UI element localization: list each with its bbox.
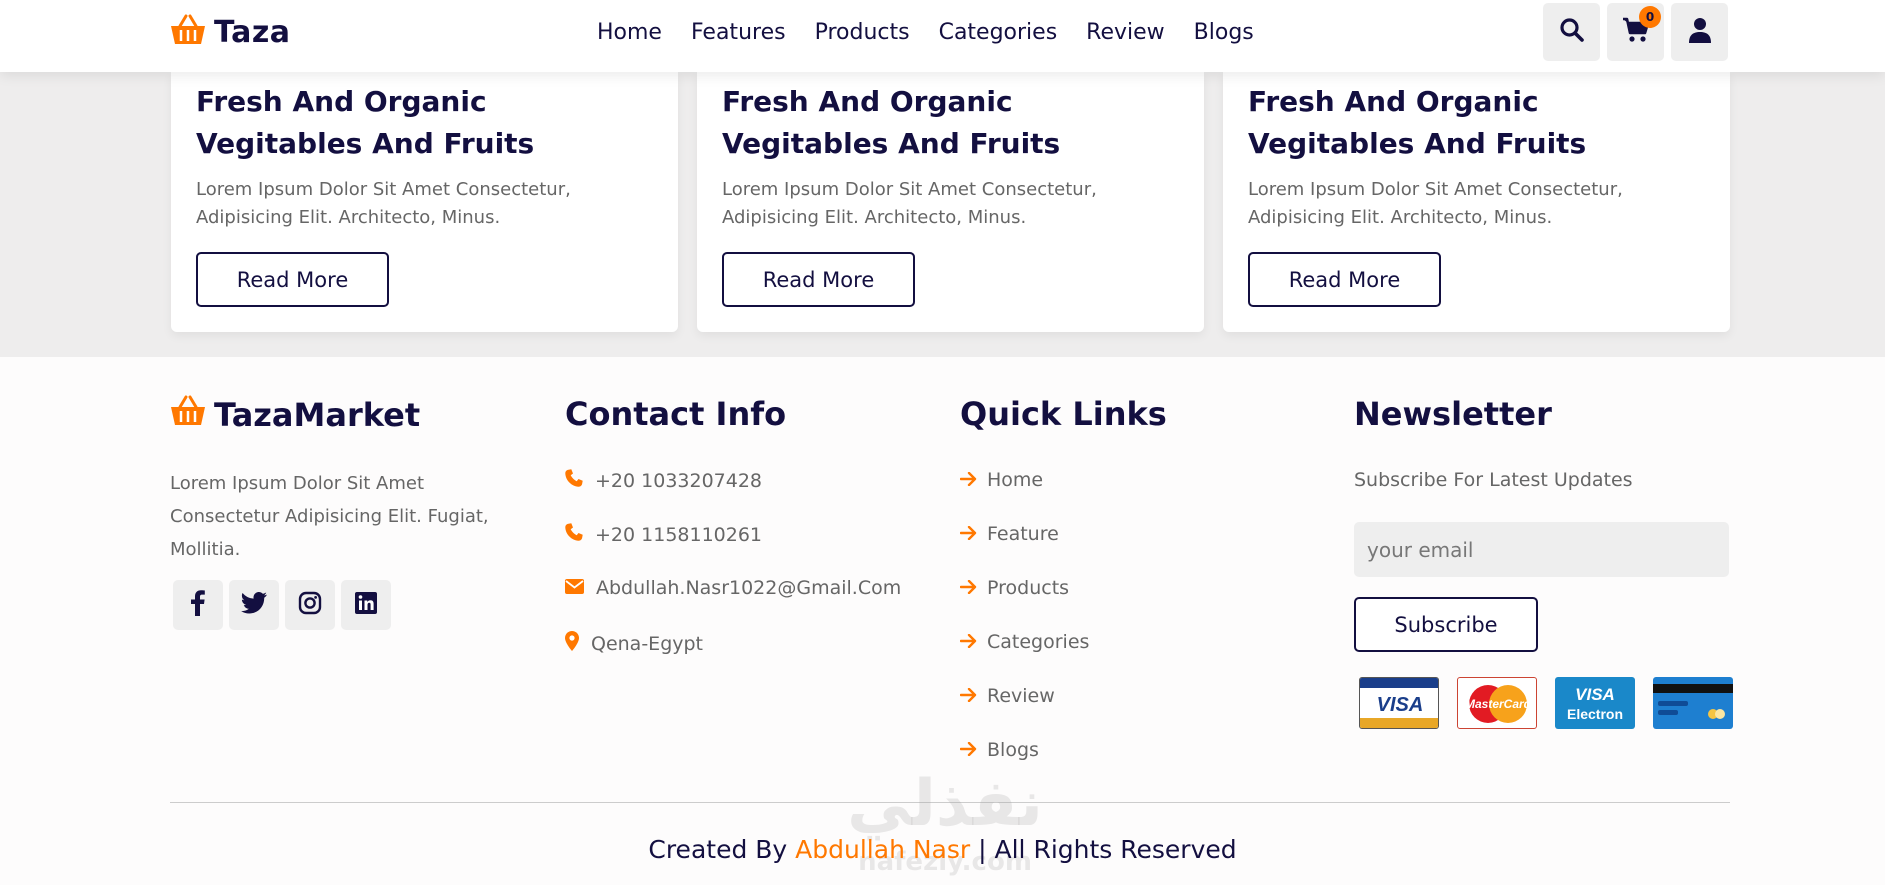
main-nav: Home Features Products Categories Review… xyxy=(597,20,1254,45)
cart-count-badge: 0 xyxy=(1639,6,1661,28)
basket-icon xyxy=(170,14,206,50)
arrow-right-icon xyxy=(959,469,977,491)
footer-link-label: Review xyxy=(987,685,1055,707)
footer-link-label: Home xyxy=(987,469,1044,491)
contact-phone-1-text: +20 1033207428 xyxy=(595,469,763,492)
footer-link-categories[interactable]: Categories xyxy=(959,631,1090,653)
payment-cards: VISA MasterCard VISA Electron xyxy=(1359,677,1733,729)
footer-link-review[interactable]: Review xyxy=(959,685,1055,707)
facebook-icon xyxy=(191,590,205,620)
blog-card-title: Fresh And Organic Vegitables And Fruits xyxy=(722,85,1061,160)
linkedin-icon xyxy=(354,591,378,619)
nav-link-home[interactable]: Home xyxy=(597,20,662,45)
account-button[interactable] xyxy=(1671,3,1728,61)
search-button[interactable] xyxy=(1543,3,1600,61)
blog-card: Fresh And Organic Vegitables And Fruits … xyxy=(171,72,678,332)
blog-card-text: Lorem Ipsum Dolor Sit Amet Consectetur, … xyxy=(196,179,571,228)
twitter-icon xyxy=(241,592,267,618)
header-icons: 0 xyxy=(1543,3,1728,61)
blog-card: Fresh And Organic Vegitables And Fruits … xyxy=(1223,72,1730,332)
credit-author-link[interactable]: Abdullah Nasr xyxy=(795,835,970,864)
contact-email-text: Abdullah.Nasr1022@Gmail.Com xyxy=(596,577,902,599)
credit-card-icon xyxy=(1653,677,1733,729)
newsletter-text: Subscribe For Latest Updates xyxy=(1354,469,1633,491)
footer-link-feature[interactable]: Feature xyxy=(959,523,1059,545)
arrow-right-icon xyxy=(959,685,977,707)
footer-about-text: Lorem Ipsum Dolor Sit Amet Consectetur A… xyxy=(170,473,489,560)
read-more-button[interactable]: Read More xyxy=(196,252,389,307)
subscribe-button[interactable]: Subscribe xyxy=(1354,597,1538,652)
basket-icon xyxy=(170,395,206,435)
nav-link-features[interactable]: Features xyxy=(691,20,786,45)
linkedin-link[interactable] xyxy=(341,580,391,630)
contact-phone-1[interactable]: +20 1033207428 xyxy=(565,469,762,492)
credit-prefix: Created By xyxy=(648,835,788,864)
visa-electron-icon: VISA Electron xyxy=(1555,677,1635,729)
footer-link-label: Blogs xyxy=(987,739,1039,761)
nav-link-blogs[interactable]: Blogs xyxy=(1194,20,1254,45)
blogs-section: Fresh And Organic Vegitables And Fruits … xyxy=(0,72,1885,357)
arrow-right-icon xyxy=(959,523,977,545)
blog-card: Fresh And Organic Vegitables And Fruits … xyxy=(697,72,1204,332)
credit-suffix: | All Rights Reserved xyxy=(978,835,1237,864)
phone-icon xyxy=(565,469,583,492)
search-icon xyxy=(1559,17,1585,47)
site-footer: TazaMarket Lorem Ipsum Dolor Sit Amet Co… xyxy=(0,357,1885,885)
visa-card-icon: VISA xyxy=(1359,677,1439,729)
footer-link-products[interactable]: Products xyxy=(959,577,1070,599)
footer-link-label: Products xyxy=(987,577,1070,599)
blog-card-text: Lorem Ipsum Dolor Sit Amet Consectetur, … xyxy=(722,179,1097,228)
logo[interactable]: Taza xyxy=(170,14,291,50)
nav-link-products[interactable]: Products xyxy=(815,20,910,45)
map-pin-icon xyxy=(565,631,579,656)
contact-location-text: Qena-Egypt xyxy=(591,632,704,655)
user-icon xyxy=(1688,17,1712,47)
blog-card-title: Fresh And Organic Vegitables And Fruits xyxy=(1248,85,1587,160)
arrow-right-icon xyxy=(959,577,977,599)
site-header: Taza Home Features Products Categories R… xyxy=(0,0,1885,72)
mastercard-icon: MasterCard xyxy=(1457,677,1537,729)
envelope-icon xyxy=(565,577,584,599)
contact-info-title: Contact Info xyxy=(565,395,787,433)
footer-credit: Created By Abdullah Nasr | All Rights Re… xyxy=(0,835,1885,864)
watermark-logo: نفذلي xyxy=(847,767,1043,841)
phone-icon xyxy=(565,523,583,546)
quick-links-title: Quick Links xyxy=(960,395,1167,433)
arrow-right-icon xyxy=(959,631,977,653)
footer-brand[interactable]: TazaMarket xyxy=(170,395,420,435)
footer-link-label: Feature xyxy=(987,523,1059,545)
instagram-link[interactable] xyxy=(285,580,335,630)
instagram-icon xyxy=(298,591,322,619)
footer-brand-name: TazaMarket xyxy=(214,396,421,434)
footer-link-home[interactable]: Home xyxy=(959,469,1044,491)
svg-text:VISA: VISA xyxy=(1377,694,1424,716)
social-links xyxy=(173,580,391,630)
newsletter-title: Newsletter xyxy=(1354,395,1552,433)
newsletter-email-input[interactable] xyxy=(1354,522,1729,577)
nav-link-review[interactable]: Review xyxy=(1086,20,1165,45)
facebook-link[interactable] xyxy=(173,580,223,630)
footer-link-blogs[interactable]: Blogs xyxy=(959,739,1039,761)
svg-text:MasterCard: MasterCard xyxy=(1465,697,1532,711)
cart-button[interactable]: 0 xyxy=(1607,3,1664,61)
twitter-link[interactable] xyxy=(229,580,279,630)
contact-location[interactable]: Qena-Egypt xyxy=(565,631,703,656)
contact-email[interactable]: Abdullah.Nasr1022@Gmail.Com xyxy=(565,577,901,599)
svg-text:Electron: Electron xyxy=(1567,706,1623,722)
blog-card-text: Lorem Ipsum Dolor Sit Amet Consectetur, … xyxy=(1248,179,1623,228)
contact-phone-2[interactable]: +20 1158110261 xyxy=(565,523,762,546)
footer-link-label: Categories xyxy=(987,631,1090,653)
nav-link-categories[interactable]: Categories xyxy=(939,20,1058,45)
blog-card-title: Fresh And Organic Vegitables And Fruits xyxy=(196,85,535,160)
contact-phone-2-text: +20 1158110261 xyxy=(595,523,763,546)
arrow-right-icon xyxy=(959,739,977,761)
read-more-button[interactable]: Read More xyxy=(722,252,915,307)
read-more-button[interactable]: Read More xyxy=(1248,252,1441,307)
logo-text: Taza xyxy=(214,14,291,50)
svg-text:VISA: VISA xyxy=(1575,685,1615,704)
